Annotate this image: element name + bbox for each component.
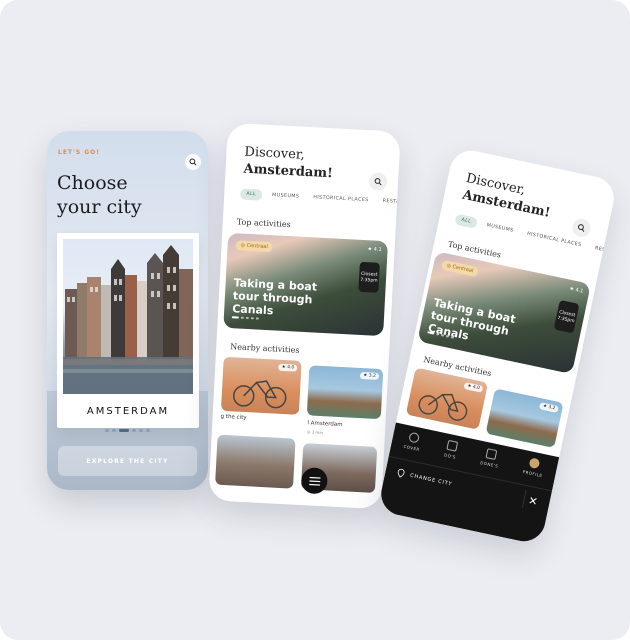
change-city-button[interactable]: CHANGE CITY bbox=[397, 468, 454, 488]
lets-go-label: LET'S GO! bbox=[58, 149, 101, 156]
explore-city-button[interactable]: EXPLORE THE CITY bbox=[58, 446, 197, 476]
nearby-caption-2: l Amsterdam bbox=[307, 420, 343, 429]
chip-restaurants[interactable]: RESTAURA bbox=[590, 242, 617, 260]
chip-restaurants[interactable]: RESTAURA bbox=[378, 196, 400, 209]
city-card[interactable]: AMSTERDAM bbox=[57, 233, 199, 428]
page-title: Choose your city bbox=[57, 171, 187, 219]
city-name: AMSTERDAM bbox=[86, 406, 170, 417]
bicycle-illustration bbox=[418, 393, 468, 421]
city-photo bbox=[63, 239, 193, 394]
discover-heading: Discover, Amsterdam! bbox=[461, 170, 555, 222]
location-tag: ◎ Centraal bbox=[235, 240, 274, 253]
menu-item-dos[interactable]: DO'S bbox=[444, 439, 459, 460]
nearby-card-3[interactable] bbox=[215, 434, 296, 489]
canal-houses-illustration bbox=[63, 245, 193, 394]
title-line-2: your city bbox=[57, 196, 142, 218]
avatar bbox=[528, 457, 541, 470]
closest-time-badge: Closest 7:35pm bbox=[553, 299, 580, 334]
menu-item-cover[interactable]: COVER bbox=[403, 431, 423, 452]
activity-title: Taking a boat tour through Canals bbox=[426, 295, 517, 343]
menu-item-dones[interactable]: DONE'S bbox=[480, 447, 502, 469]
search-button[interactable] bbox=[368, 172, 388, 192]
chip-all[interactable]: ALL bbox=[454, 213, 478, 229]
search-icon bbox=[374, 178, 382, 186]
featured-activity-card[interactable]: ◎ Centraal ★ 4.1 Closest 7:35pm Taking a… bbox=[223, 232, 389, 337]
close-icon: ✕ bbox=[527, 493, 539, 509]
check-list-icon bbox=[485, 448, 498, 461]
chip-historical[interactable]: HISTORICAL PLACES bbox=[309, 192, 373, 206]
closest-time-badge: Closest 7:35pm bbox=[358, 261, 380, 293]
nearby-activities-heading: Nearby activities bbox=[230, 342, 300, 355]
rating: ★ 4.1 bbox=[568, 285, 584, 295]
closest-time: 7:35pm bbox=[360, 277, 378, 284]
search-icon bbox=[578, 224, 585, 232]
rating-badge: ★ 3.2 bbox=[539, 402, 559, 413]
phone-choose-city: LET'S GO! Choose your city AMSTERDAM EXP… bbox=[47, 131, 208, 490]
background: LET'S GO! Choose your city AMSTERDAM EXP… bbox=[0, 0, 630, 640]
activity-title: Taking a boat tour through Canals bbox=[231, 276, 318, 318]
nearby-card-bike[interactable]: ★ 4.0 bbox=[405, 367, 489, 430]
rating: ★ 4.1 bbox=[367, 246, 382, 253]
chip-museums[interactable]: MUSEUMS bbox=[268, 190, 304, 203]
search-button[interactable] bbox=[570, 217, 593, 239]
discover-line-2: Amsterdam! bbox=[243, 161, 334, 182]
location-tag: ◎ Centraal bbox=[440, 259, 480, 278]
discover-heading: Discover, Amsterdam! bbox=[243, 144, 334, 183]
location-pin-icon bbox=[397, 468, 405, 478]
top-activities-heading: Top activities bbox=[236, 217, 291, 230]
rating-badge: ★ 4.0 bbox=[278, 363, 298, 372]
chip-all[interactable]: ALL bbox=[240, 188, 263, 201]
list-icon bbox=[446, 439, 459, 452]
phone-discover-menu-open: Discover, Amsterdam! ALL MUSEUMS HISTORI… bbox=[377, 146, 618, 546]
close-menu-button[interactable]: ✕ bbox=[521, 490, 544, 512]
chip-museums[interactable]: MUSEUMS bbox=[482, 219, 519, 237]
search-icon bbox=[189, 158, 197, 166]
nearby-caption-1: g the city bbox=[220, 413, 247, 422]
nearby-card-museum[interactable]: ★ 3.2 bbox=[485, 388, 564, 448]
nearby-distance: ◎ 3 min bbox=[306, 429, 324, 436]
menu-item-profile[interactable]: PROFILE bbox=[522, 456, 545, 478]
nearby-card-bike[interactable]: ★ 4.0 bbox=[220, 356, 302, 415]
nearby-card-museum[interactable]: ★ 3.2 bbox=[306, 365, 384, 420]
compass-icon bbox=[407, 431, 420, 444]
phone-discover: Discover, Amsterdam! ALL MUSEUMS HISTORI… bbox=[208, 122, 401, 510]
menu-icon bbox=[308, 476, 321, 486]
featured-activity-card[interactable]: ◎ Centraal ★ 4.1 Closest 7:35pm Taking a… bbox=[417, 251, 591, 375]
rating-badge: ★ 3.2 bbox=[360, 372, 380, 380]
search-button[interactable] bbox=[185, 154, 201, 170]
carousel-dots bbox=[105, 429, 150, 432]
category-chips: ALL MUSEUMS HISTORICAL PLACES RESTAURA bbox=[240, 188, 401, 208]
title-line-1: Choose bbox=[57, 172, 128, 194]
discover-line-1: Discover, bbox=[244, 144, 306, 163]
featured-dots bbox=[231, 316, 259, 320]
